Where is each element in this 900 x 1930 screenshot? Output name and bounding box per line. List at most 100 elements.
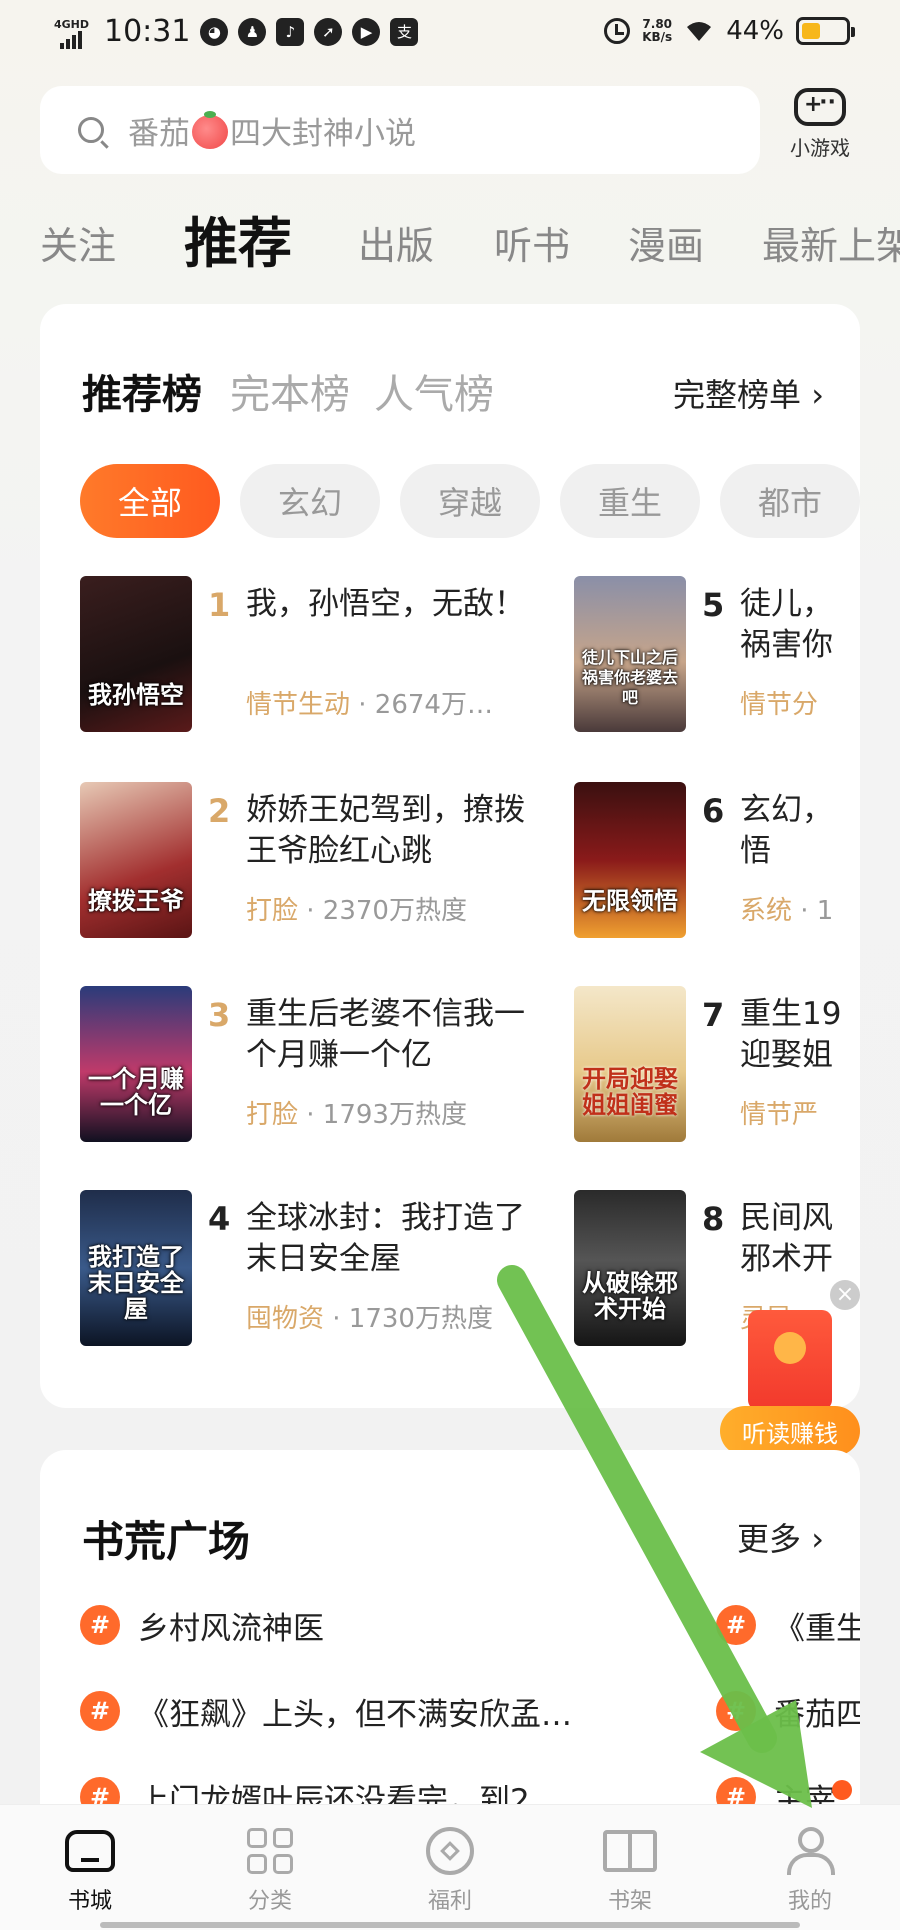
rank-number: 6 xyxy=(702,792,725,830)
nav-label: 书城 xyxy=(67,1889,112,1914)
mini-game-button[interactable]: 小游戏 xyxy=(782,88,858,161)
clock: 10:31 xyxy=(104,14,191,49)
book-title: 我，孙悟空，无敌！ xyxy=(246,586,525,622)
user-icon xyxy=(785,1827,835,1875)
battery-percent: 44% xyxy=(726,16,784,46)
book-meta: 系统 · 1 xyxy=(740,896,834,926)
chip-all[interactable]: 全部 xyxy=(80,464,220,538)
topic-item[interactable]: # 《重生 xyxy=(716,1600,860,1650)
topic-item[interactable]: # 《狂飙》上头，但不满安欣孟… xyxy=(80,1686,572,1736)
book-item[interactable]: 撩拨王爷 2 娇娇王妃驾到，撩拨王爷脸红心跳 打脸 · 2370万热度 xyxy=(80,782,550,942)
ranking-card: 推荐榜 完本榜 人气榜 完整榜单 › 全部 玄幻 穿越 重生 都市 我孙悟空 1… xyxy=(40,304,860,1408)
rank-number: 4 xyxy=(208,1200,231,1238)
chip-chuanyue[interactable]: 穿越 xyxy=(400,464,540,538)
topic-item[interactable]: # 番茄四 xyxy=(716,1686,860,1736)
full-list-link[interactable]: 完整榜单 › xyxy=(673,370,824,416)
book-icon xyxy=(603,1830,657,1872)
rank-number: 2 xyxy=(208,792,231,830)
qq-icon: ♟ xyxy=(238,17,267,46)
topic-item[interactable]: # 乡村风流神医 xyxy=(80,1600,324,1650)
play-icon: ▶ xyxy=(352,17,381,46)
chip-chongsheng[interactable]: 重生 xyxy=(560,464,700,538)
nav-bookshelf[interactable]: 书架 xyxy=(570,1823,690,1915)
book-title: 重生19迎娶姐 xyxy=(740,996,842,1073)
tab-recommend[interactable]: 推荐 xyxy=(184,210,292,278)
network-type: 4GHD xyxy=(54,17,90,31)
rank-number: 1 xyxy=(208,586,231,624)
book-title: 重生后老婆不信我一个月赚一个亿 xyxy=(246,996,525,1073)
book-cover: 撩拨王爷 xyxy=(80,782,192,938)
notification-dot xyxy=(832,1780,852,1800)
nav-bookstore[interactable]: 书城 xyxy=(30,1823,150,1915)
tab-publish[interactable]: 出版 xyxy=(358,215,434,270)
tab-popular-list[interactable]: 人气榜 xyxy=(374,362,494,420)
compass-icon: ➚ xyxy=(314,17,343,46)
book-item[interactable]: 无限领悟 6 玄幻，悟 系统 · 1 xyxy=(574,782,860,942)
rank-number: 8 xyxy=(702,1200,725,1238)
book-meta: 打脸 · 1793万热度 xyxy=(246,1100,467,1130)
book-cover: 我打造了末日安全屋 xyxy=(80,1190,192,1346)
status-bar: 4GHD 10:31 ◕ ♟ ♪ ➚ ▶ 支 7.80 KB/s 44% xyxy=(0,0,900,70)
wifi-icon xyxy=(687,22,712,41)
book-meta: 情节生动 · 2674万… xyxy=(246,690,493,720)
plaza-more-link[interactable]: 更多 › xyxy=(737,1514,824,1560)
nav-welfare[interactable]: 福利 xyxy=(390,1823,510,1915)
gamepad-icon xyxy=(794,88,846,126)
listen-earn-button[interactable]: 听读赚钱 xyxy=(720,1406,860,1456)
home-indicator xyxy=(100,1922,800,1928)
nav-label: 我的 xyxy=(787,1889,832,1914)
ranking-books: 我孙悟空 1 我，孙悟空，无敌！ 情节生动 · 2674万… 撩拨王爷 2 娇娇… xyxy=(80,576,860,1396)
book-cover: 徒儿下山之后祸害你老婆去吧 xyxy=(574,576,686,732)
network-speed: 7.80 KB/s xyxy=(642,17,673,44)
grid-icon xyxy=(247,1828,293,1874)
search-bar[interactable]: 番茄 四大封神小说 xyxy=(40,86,760,174)
book-meta: 情节严 xyxy=(740,1100,819,1130)
tomato-icon xyxy=(192,111,228,149)
book-item[interactable]: 开局迎娶姐姐闺蜜 7 重生19迎娶姐 情节严 xyxy=(574,986,860,1146)
top-tabs: 关注 推荐 出版 听书 漫画 最新上架 xyxy=(40,210,900,290)
book-cover: 从破除邪术开始 xyxy=(574,1190,686,1346)
book-cover: 无限领悟 xyxy=(574,782,686,938)
book-item[interactable]: 我孙悟空 1 我，孙悟空，无敌！ 情节生动 · 2674万… xyxy=(80,576,550,736)
red-packet-icon[interactable] xyxy=(748,1310,832,1410)
genre-chips: 全部 玄幻 穿越 重生 都市 xyxy=(80,460,860,540)
tab-latest[interactable]: 最新上架 xyxy=(762,215,900,270)
tab-completed-list[interactable]: 完本榜 xyxy=(230,362,350,420)
book-meta: 情节分 xyxy=(740,690,819,720)
nav-category[interactable]: 分类 xyxy=(210,1823,330,1915)
tab-follow[interactable]: 关注 xyxy=(40,215,116,270)
nav-label: 分类 xyxy=(247,1889,292,1914)
hash-icon: # xyxy=(80,1605,120,1645)
book-title: 娇娇王妃驾到，撩拨王爷脸红心跳 xyxy=(246,792,525,869)
close-float-button[interactable]: × xyxy=(830,1280,860,1310)
nav-mine[interactable]: 我的 xyxy=(750,1823,870,1915)
alipay-icon: 支 xyxy=(390,17,419,46)
book-cover: 我孙悟空 xyxy=(80,576,192,732)
nav-label: 福利 xyxy=(427,1889,472,1914)
hash-icon: # xyxy=(716,1605,756,1645)
signal-icon: 4GHD xyxy=(52,15,92,49)
book-title: 徒儿，祸害你 xyxy=(740,586,833,663)
book-cover: 一个月赚一个亿 xyxy=(80,986,192,1142)
book-item[interactable]: 徒儿下山之后祸害你老婆去吧 5 徒儿，祸害你 情节分 xyxy=(574,576,860,736)
book-title: 全球冰封：我打造了末日安全屋 xyxy=(246,1200,525,1277)
rank-number: 7 xyxy=(702,996,725,1034)
rank-number: 3 xyxy=(208,996,231,1034)
bottom-nav: 书城 分类 福利 书架 我的 xyxy=(0,1804,900,1930)
chip-xuanhuan[interactable]: 玄幻 xyxy=(240,464,380,538)
tiktok-icon: ♪ xyxy=(276,17,305,46)
tab-comic[interactable]: 漫画 xyxy=(628,215,704,270)
search-placeholder: 番茄 四大封神小说 xyxy=(128,111,416,152)
rank-number: 5 xyxy=(702,586,725,624)
home-icon xyxy=(65,1830,115,1872)
hash-icon: # xyxy=(716,1691,756,1731)
mini-game-label: 小游戏 xyxy=(790,136,850,160)
tab-audiobook[interactable]: 听书 xyxy=(494,215,570,270)
chip-dushi[interactable]: 都市 xyxy=(720,464,860,538)
hash-icon: # xyxy=(80,1691,120,1731)
book-item[interactable]: 我打造了末日安全屋 4 全球冰封：我打造了末日安全屋 囤物资 · 1730万热度 xyxy=(80,1190,550,1350)
book-title: 民间风邪术开 xyxy=(740,1200,833,1277)
alarm-icon xyxy=(604,18,631,44)
book-item[interactable]: 一个月赚一个亿 3 重生后老婆不信我一个月赚一个亿 打脸 · 1793万热度 xyxy=(80,986,550,1146)
tab-recommend-list[interactable]: 推荐榜 xyxy=(82,362,202,420)
